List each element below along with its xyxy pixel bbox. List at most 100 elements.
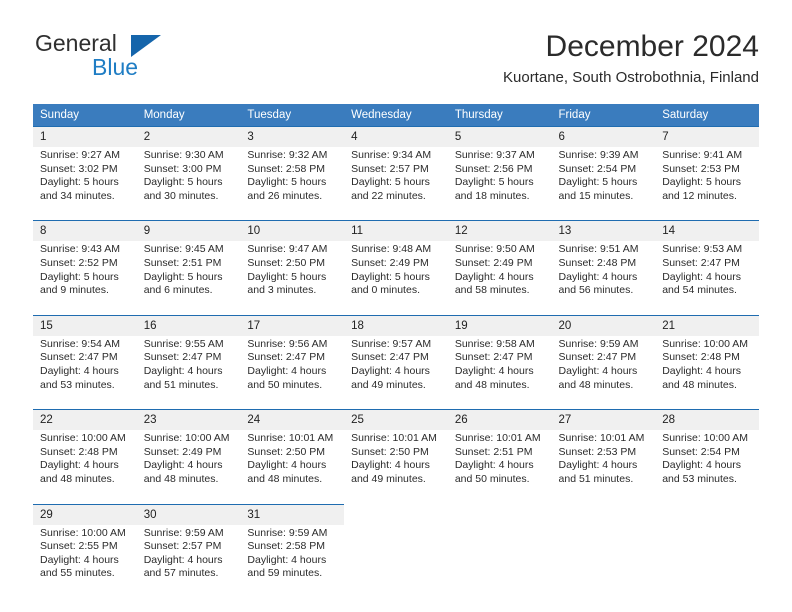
day-sunset-text: Sunset: 2:54 PM [662,445,740,458]
day-daylight-text: and 57 minutes. [143,567,219,580]
day-daylight-text: and 53 minutes. [662,472,737,485]
week-separator-cell [655,396,759,410]
day-detail-cell: Sunrise: 9:48 AM Sunset: 2:49 PM Daylight:… [344,241,448,302]
week-separator-cell [447,207,552,221]
day-daylight-text: and 56 minutes. [558,284,634,297]
day-daylight-text: and 48 minutes. [454,378,530,391]
day-number-cell[interactable]: 23 [136,409,241,431]
day-sunrise-text: Sunrise: 9:41 AM [662,149,743,161]
day-number-cell[interactable]: 30 [136,503,241,525]
day-number-cell[interactable]: 11 [344,220,448,242]
calendar-page: General Blue December 2024 Kuortane, Sou… [0,0,792,612]
day-number-cell[interactable]: 19 [447,314,552,336]
day-detail-cell: Sunrise: 9:59 AM Sunset: 2:47 PM Daylight:… [551,335,656,397]
day-daylight-text: Daylight: 4 hours [351,459,430,472]
day-daylight-text: Daylight: 4 hours [454,459,534,472]
day-daylight-text: Daylight: 5 hours [247,176,327,189]
day-detail-cell: Sunrise: 9:45 AM Sunset: 2:51 PM Daylight:… [136,241,241,302]
day-sunrise-text: Sunrise: 9:27 AM [40,149,120,161]
day-daylight-text: Daylight: 5 hours [558,176,638,189]
day-daylight-text: Daylight: 4 hours [454,270,534,283]
day-daylight-text: Daylight: 4 hours [143,364,223,377]
day-daylight-text: and 22 minutes. [351,189,426,202]
day-daylight-text: and 49 minutes. [351,472,426,485]
day-number-cell[interactable]: 13 [551,220,656,242]
day-number-cell[interactable]: 7 [655,126,759,147]
day-number-cell[interactable]: 21 [655,314,759,336]
day-number-cell[interactable]: 31 [240,503,345,525]
day-daylight-text: and 49 minutes. [351,378,426,391]
day-sunset-text: Sunset: 2:47 PM [247,351,326,364]
day-daylight-text: Daylight: 5 hours [143,176,223,189]
week-separator-cell [240,207,345,221]
day-sunset-text: Sunset: 2:47 PM [454,351,533,364]
week-separator-cell [551,301,656,316]
day-daylight-text: and 51 minutes. [143,378,219,391]
day-sunrise-text: Sunrise: 9:37 AM [454,149,535,161]
day-daylight-text: Daylight: 4 hours [143,553,223,566]
day-number-cell[interactable]: 26 [447,409,552,431]
day-number-row: 15 16 17 18 19 20 21 [33,314,759,336]
day-sunset-text: Sunset: 2:51 PM [454,445,533,458]
day-number-cell[interactable]: 27 [551,409,656,431]
day-daylight-text: and 0 minutes. [351,284,420,297]
day-number-cell[interactable]: 15 [33,314,137,336]
day-sunset-text: Sunset: 2:58 PM [247,540,326,553]
day-number-cell[interactable]: 1 [33,126,137,147]
day-number-cell[interactable]: 10 [240,220,345,242]
day-detail-cell: Sunrise: 10:00 AM Sunset: 2:48 PM Daylight… [655,335,759,397]
day-number-cell[interactable]: 2 [136,126,241,147]
day-detail-cell: Sunrise: 10:01 AM Sunset: 2:53 PM Daylight… [551,430,656,491]
day-sunrise-text: Sunrise: 10:01 AM [351,432,437,445]
day-sunrise-text: Sunrise: 9:56 AM [247,337,328,350]
day-number-cell[interactable]: 4 [344,126,448,147]
week-separator-cell [240,301,345,316]
day-number-cell[interactable]: 6 [551,126,656,147]
day-detail-cell: Sunrise: 9:55 AM Sunset: 2:47 PM Daylight:… [136,335,241,397]
day-number-cell[interactable]: 28 [655,409,759,431]
day-daylight-text: Daylight: 4 hours [558,459,638,472]
week-separator-cell [33,396,137,410]
day-number-cell[interactable]: 25 [344,409,448,431]
day-daylight-text: Daylight: 4 hours [247,364,327,377]
day-number-cell[interactable]: 22 [33,409,137,431]
day-daylight-text: and 6 minutes. [143,284,213,297]
day-detail-cell: Sunrise: 10:00 AM Sunset: 2:54 PM Daylight… [655,430,759,491]
week-separator-cell [136,207,241,221]
day-daylight-text: Daylight: 4 hours [351,364,430,377]
day-number-cell[interactable]: 14 [655,220,759,242]
day-number-cell[interactable]: 3 [240,126,345,147]
day-sunrise-text: Sunrise: 9:53 AM [662,243,743,256]
day-number-cell[interactable]: 24 [240,409,345,431]
day-number-cell[interactable]: 16 [136,314,241,336]
day-number-cell[interactable]: 5 [447,126,552,147]
day-number-cell[interactable]: 29 [33,503,137,525]
day-detail-row: Sunrise: 9:27 AM Sunset: 3:02 PM Daylight:… [33,147,759,208]
day-detail-cell: Sunrise: 10:01 AM Sunset: 2:51 PM Daylight… [447,430,552,491]
day-detail-row: Sunrise: 9:43 AM Sunset: 2:52 PM Daylight:… [33,241,759,302]
day-sunset-text: Sunset: 2:47 PM [558,351,637,364]
day-number-cell[interactable]: 9 [136,220,241,242]
day-daylight-text: and 48 minutes. [558,378,634,391]
day-detail-cell: Sunrise: 9:51 AM Sunset: 2:48 PM Daylight:… [551,241,656,302]
week-separator-cell [551,396,656,410]
day-number-cell[interactable]: 18 [344,314,448,336]
day-number-cell[interactable]: 17 [240,314,345,336]
week-separator-cell [33,301,137,316]
day-number-cell[interactable]: 20 [551,314,656,336]
day-sunset-text: Sunset: 3:02 PM [40,162,118,175]
day-number-cell[interactable]: 8 [33,220,137,242]
week-separator-cell [344,301,448,316]
day-daylight-text: Daylight: 4 hours [558,364,638,377]
day-daylight-text: Daylight: 4 hours [454,364,534,377]
calendar-table: Sunday Monday Tuesday Wednesday Thursday… [33,104,759,585]
day-number-cell[interactable]: 12 [447,220,552,242]
day-cell-empty [655,524,759,585]
weekday-header-sunday: Sunday [33,104,137,127]
brand-name-blue: Blue [92,54,139,80]
general-blue-logo[interactable]: General Blue [33,30,253,92]
day-sunrise-text: Sunrise: 9:32 AM [247,149,328,161]
day-daylight-text: and 51 minutes. [558,472,634,485]
day-sunset-text: Sunset: 2:53 PM [662,162,740,175]
day-daylight-text: Daylight: 4 hours [143,459,223,472]
